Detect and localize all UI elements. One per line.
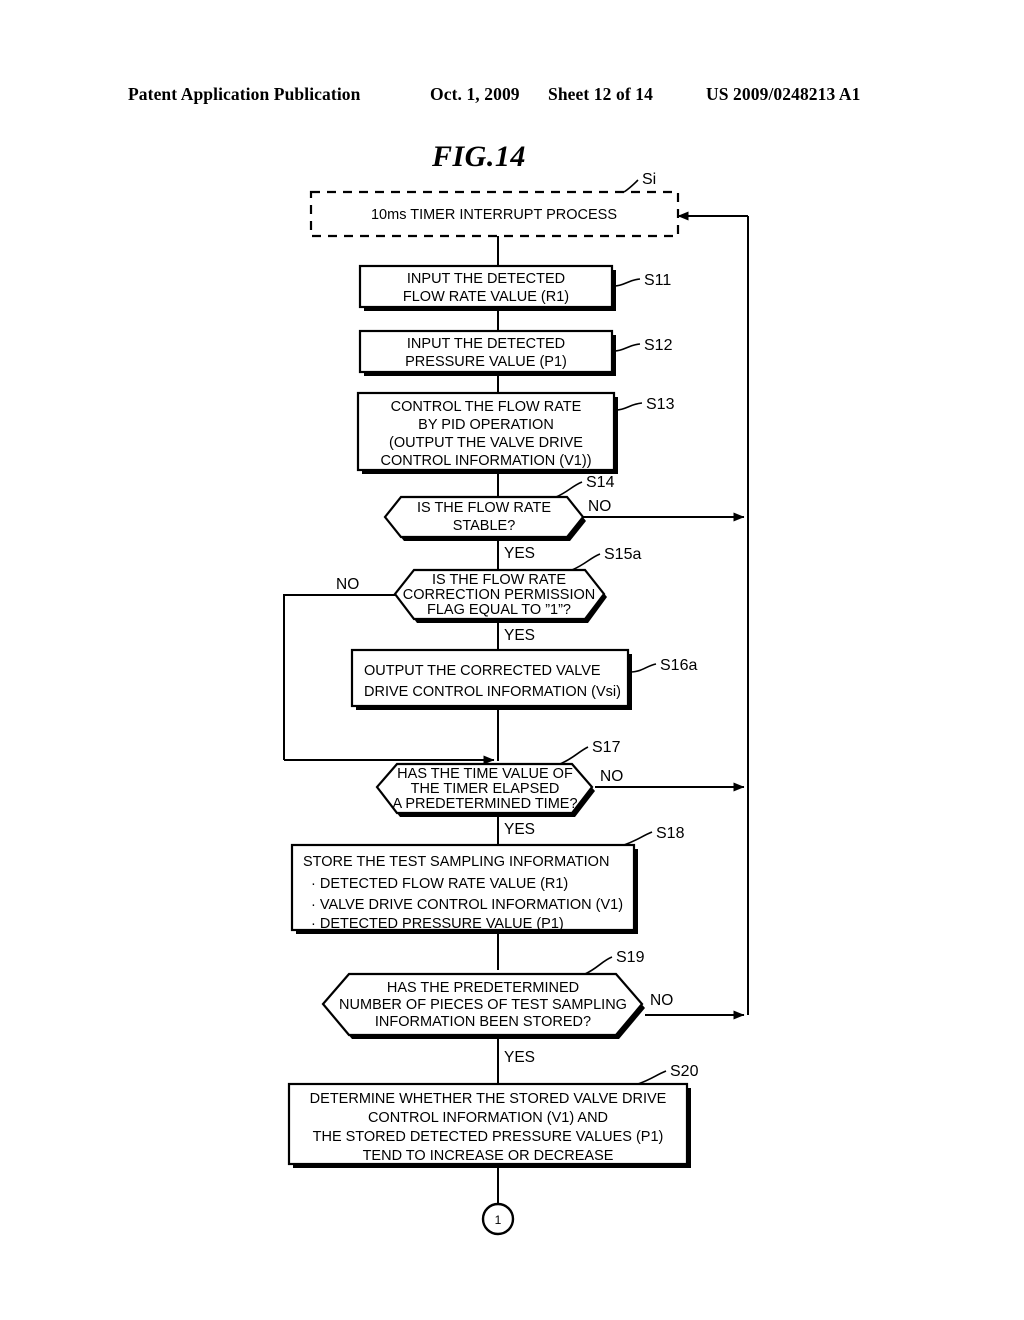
node-s15a-line1: IS THE FLOW RATE (432, 572, 566, 588)
node-s13-line1: CONTROL THE FLOW RATE (391, 399, 582, 415)
node-s19-line1: HAS THE PREDETERMINED (387, 980, 579, 996)
node-s17-line1: HAS THE TIME VALUE OF (397, 766, 573, 782)
node-s12[interactable]: INPUT THE DETECTED PRESSURE VALUE (P1) (358, 329, 616, 376)
node-s15a[interactable]: IS THE FLOW RATE CORRECTION PERMISSION F… (393, 568, 607, 623)
node-s11-line2: FLOW RATE VALUE (R1) (403, 289, 569, 305)
node-s20-step: S20 (670, 1063, 699, 1080)
node-s18-line3: · VALVE DRIVE CONTROL INFORMATION (V1) (311, 897, 623, 913)
node-s13-line4: CONTROL INFORMATION (V1)) (380, 453, 591, 469)
node-s19-line2: NUMBER OF PIECES OF TEST SAMPLING (339, 997, 627, 1013)
node-s16a-line2: DRIVE CONTROL INFORMATION (Vsi) (364, 684, 621, 700)
node-s16a[interactable]: OUTPUT THE CORRECTED VALVE DRIVE CONTROL… (350, 648, 632, 710)
node-s15a-leader (571, 553, 601, 571)
node-s15a-line3: FLAG EQUAL TO ”1”? (427, 602, 571, 618)
connector-circle-label: 1 (495, 1213, 502, 1227)
node-s20-line4: TEND TO INCREASE OR DECREASE (363, 1148, 614, 1164)
node-s20-leader (637, 1070, 667, 1085)
node-s18-leader (623, 831, 653, 846)
node-s11[interactable]: INPUT THE DETECTED FLOW RATE VALUE (R1) (358, 264, 616, 311)
node-s16a-line1: OUTPUT THE CORRECTED VALVE (364, 663, 601, 679)
node-s18-line1: STORE THE TEST SAMPLING INFORMATION (303, 854, 609, 870)
node-s17-line2: THE TIMER ELAPSED (411, 781, 560, 797)
node-s11-leader (613, 278, 641, 287)
node-s11-line1: INPUT THE DETECTED (407, 271, 565, 287)
node-s19-line3: INFORMATION BEEN STORED? (375, 1014, 591, 1030)
node-s14-leader (555, 481, 583, 498)
node-s17[interactable]: HAS THE TIME VALUE OF THE TIMER ELAPSED … (375, 762, 595, 817)
node-s13[interactable]: CONTROL THE FLOW RATE BY PID OPERATION (… (356, 391, 618, 474)
node-s18-step: S18 (656, 825, 685, 842)
node-s20[interactable]: DETERMINE WHETHER THE STORED VALVE DRIVE… (287, 1082, 691, 1168)
node-s12-line2: PRESSURE VALUE (P1) (405, 354, 567, 370)
node-si-line1: 10ms TIMER INTERRUPT PROCESS (371, 207, 617, 223)
node-s14-line2: STABLE? (453, 518, 516, 534)
node-s15a-no-label: NO (336, 576, 359, 593)
node-s13-line3: (OUTPUT THE VALVE DRIVE (389, 435, 583, 451)
node-s14-yes-label: YES (504, 545, 535, 562)
node-s16a-step: S16a (660, 657, 697, 674)
node-s17-yes-label: YES (504, 821, 535, 838)
node-si[interactable]: 10ms TIMER INTERRUPT PROCESS (309, 190, 680, 238)
node-s18-line2: · DETECTED FLOW RATE VALUE (R1) (311, 876, 568, 892)
node-s14-line1: IS THE FLOW RATE (417, 500, 551, 516)
node-s17-line3: A PREDETERMINED TIME? (392, 796, 577, 812)
node-s20-line2: CONTROL INFORMATION (V1) AND (368, 1110, 608, 1126)
node-s14-no-label: NO (588, 498, 611, 515)
node-s15a-step: S15a (604, 546, 641, 563)
node-s19-step: S19 (616, 949, 645, 966)
node-s14-step: S14 (586, 474, 615, 491)
node-s12-line1: INPUT THE DETECTED (407, 336, 565, 352)
node-s13-leader (615, 402, 643, 411)
node-s17-step: S17 (592, 739, 621, 756)
node-s19-yes-label: YES (504, 1049, 535, 1066)
node-s15a-yes-label: YES (504, 627, 535, 644)
node-s19-leader (584, 956, 613, 975)
node-s11-step: S11 (644, 272, 671, 289)
node-s18-line4: · DETECTED PRESSURE VALUE (P1) (311, 916, 564, 932)
node-s18[interactable]: STORE THE TEST SAMPLING INFORMATION · DE… (290, 843, 638, 934)
node-s13-step: S13 (646, 396, 675, 413)
node-s16a-leader (629, 663, 657, 673)
node-s13-line2: BY PID OPERATION (418, 417, 554, 433)
node-s19-no-label: NO (650, 992, 673, 1009)
node-s19[interactable]: HAS THE PREDETERMINED NUMBER OF PIECES O… (321, 972, 645, 1039)
node-s17-leader (559, 746, 589, 765)
node-s17-no-label: NO (600, 768, 623, 785)
node-si-leader (623, 179, 639, 193)
node-s12-leader (613, 343, 641, 352)
node-s15a-line2: CORRECTION PERMISSION (403, 587, 596, 603)
node-si-step: Si (642, 171, 656, 188)
node-s12-step: S12 (644, 337, 673, 354)
node-s20-line1: DETERMINE WHETHER THE STORED VALVE DRIVE (310, 1091, 667, 1107)
flowchart-fig14: 10ms TIMER INTERRUPT PROCESS Si INPUT TH… (283, 171, 749, 1236)
node-s14[interactable]: IS THE FLOW RATE STABLE? (383, 495, 586, 541)
connector-circle-1[interactable]: 1 (481, 1202, 515, 1236)
node-s20-line3: THE STORED DETECTED PRESSURE VALUES (P1) (313, 1129, 664, 1145)
